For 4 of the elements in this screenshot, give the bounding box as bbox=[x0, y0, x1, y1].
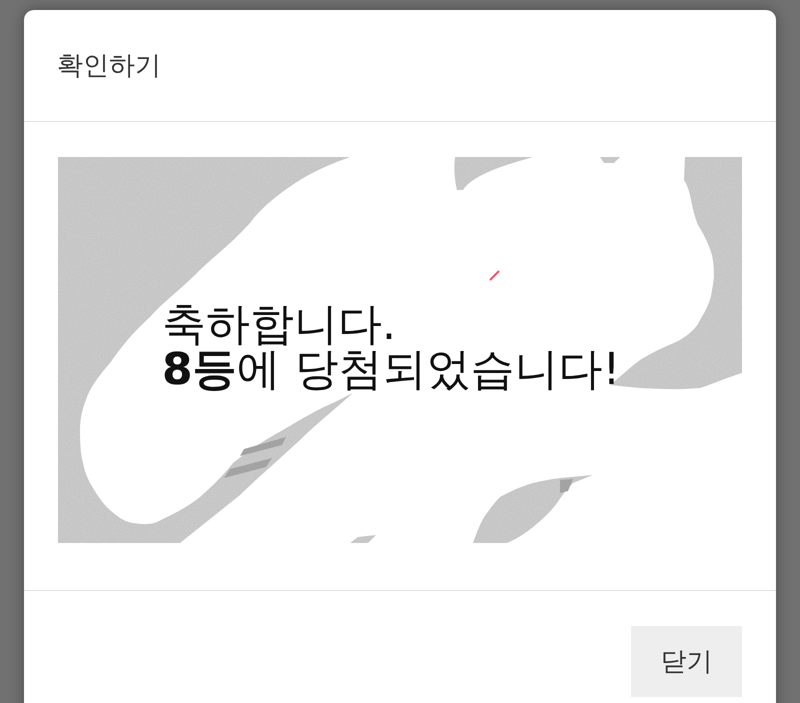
congrats-text: 축하합니다. bbox=[162, 302, 396, 347]
dialog-title: 확인하기 bbox=[57, 50, 161, 83]
prize-text: 8등에 당첨되었습니다! bbox=[162, 347, 620, 392]
close-button[interactable]: 닫기 bbox=[631, 626, 742, 697]
